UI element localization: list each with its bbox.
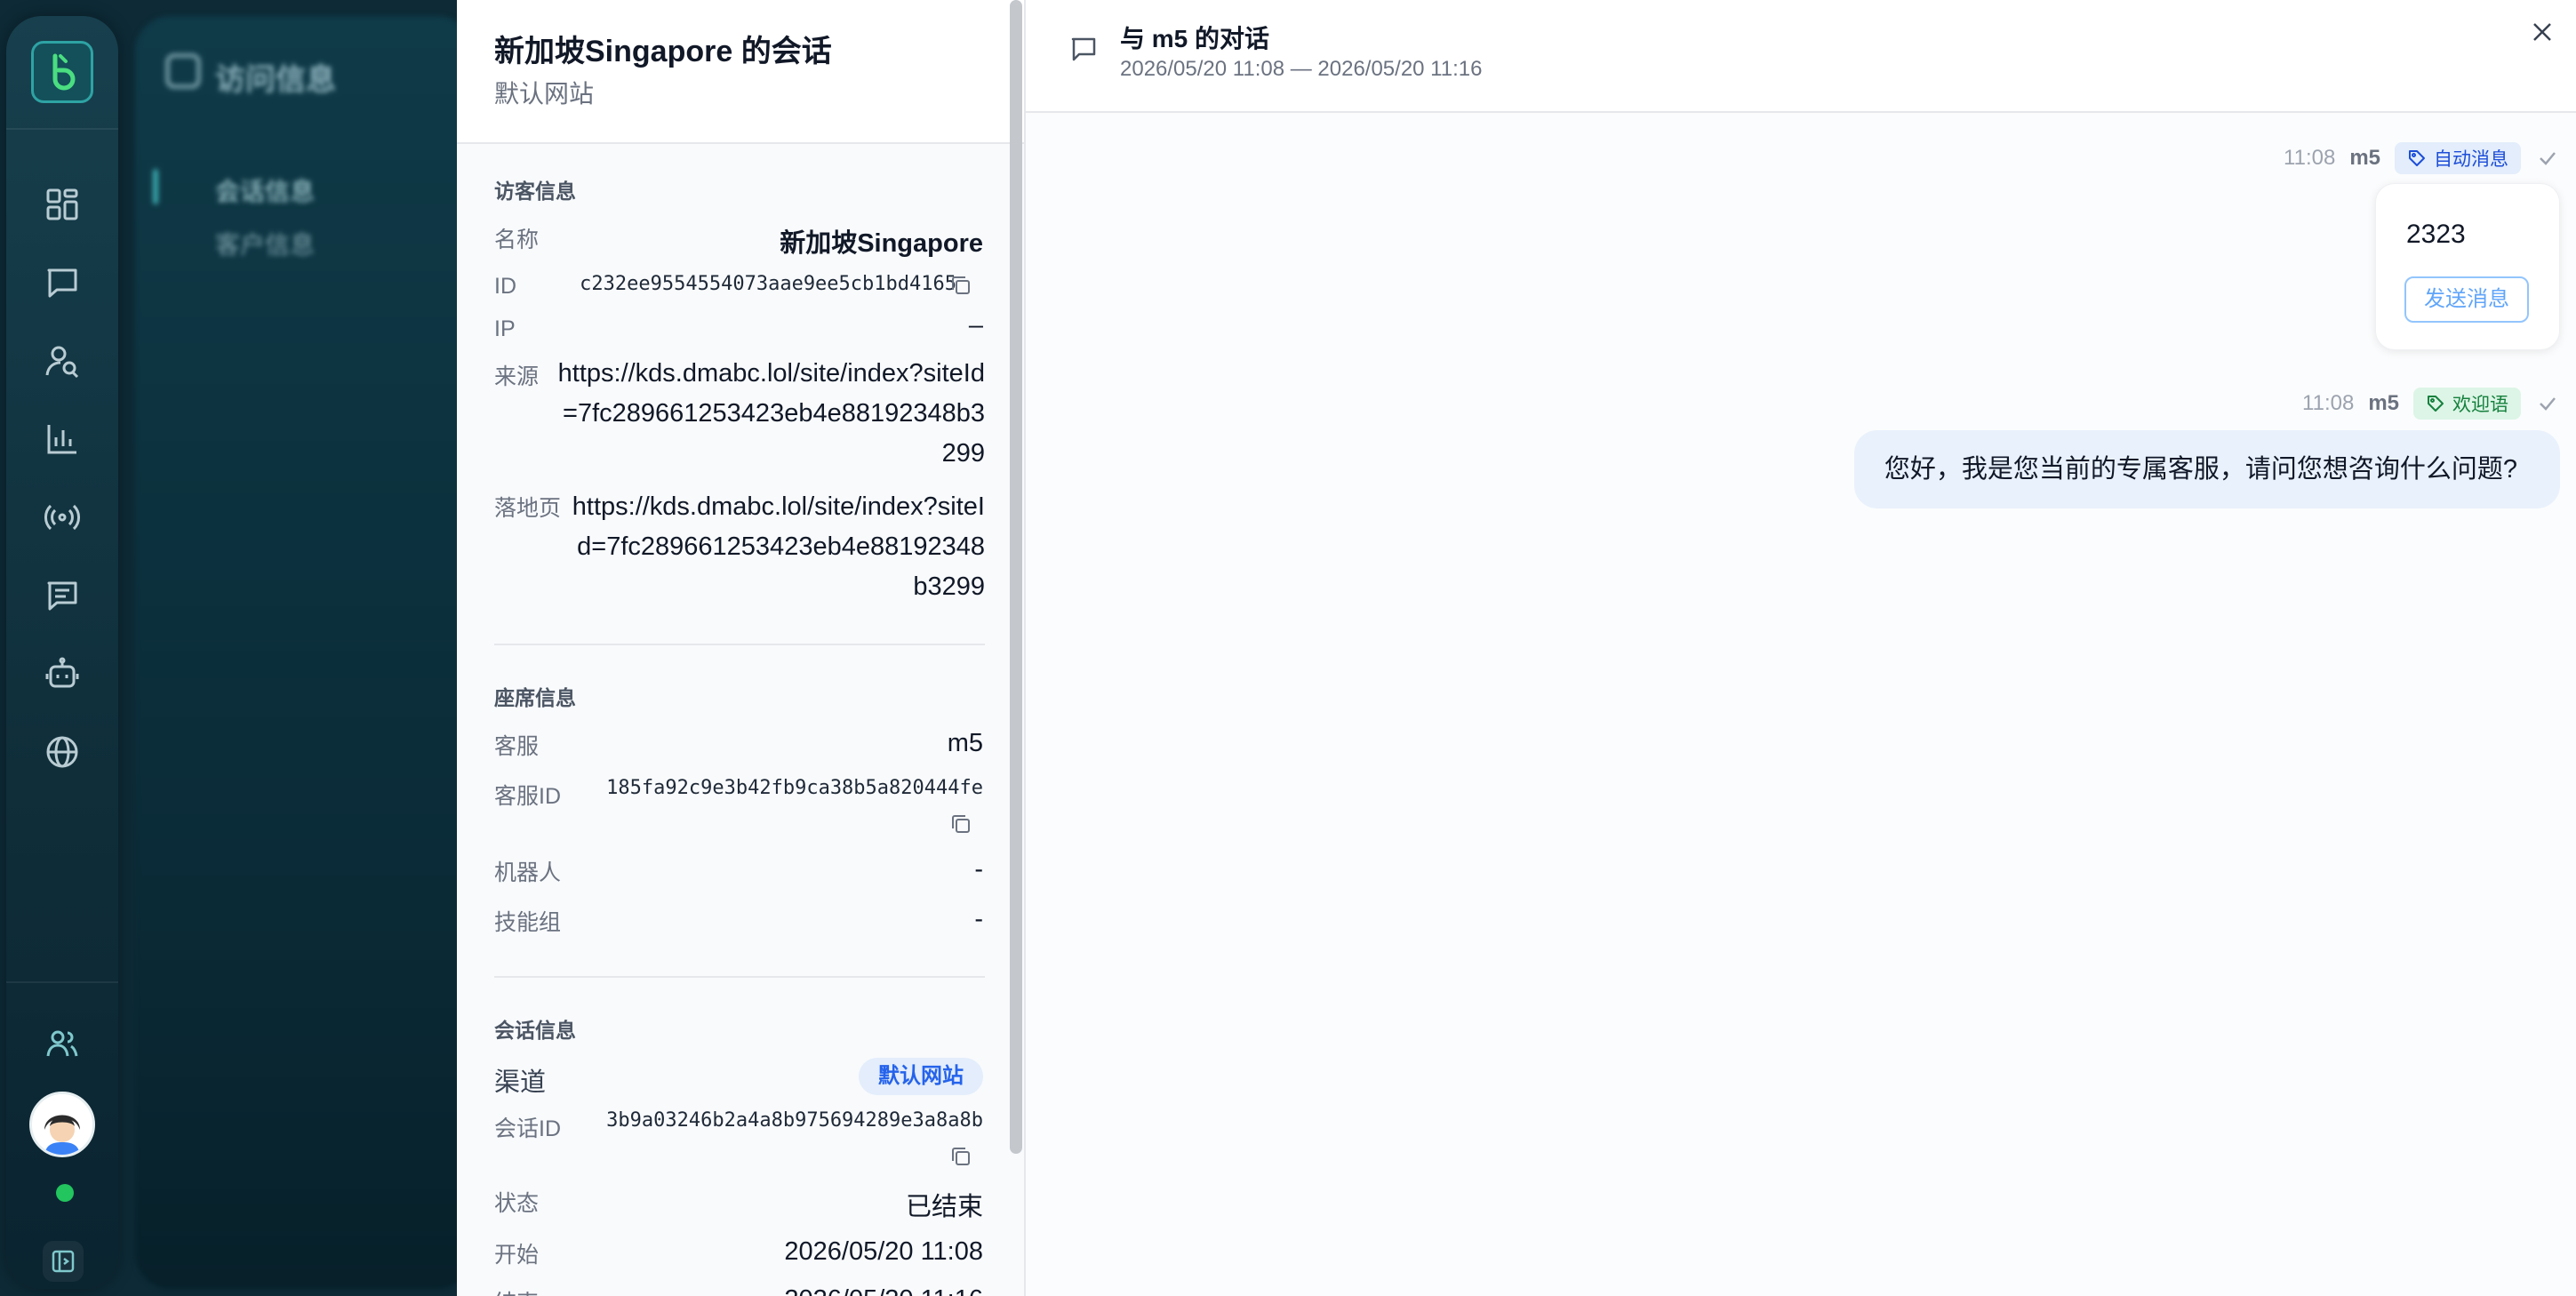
message-meta: 11:08 m5 自动消息 bbox=[2284, 140, 2560, 176]
chat-bubble-icon bbox=[1068, 34, 1099, 64]
visitor-id-label: ID bbox=[494, 274, 516, 299]
auto-message-bubble: 2323 发送消息 bbox=[2375, 183, 2560, 350]
robot-icon[interactable] bbox=[43, 654, 82, 693]
visitor-name-value: 新加坡Singapore bbox=[780, 229, 983, 258]
skill-group-label: 技能组 bbox=[494, 910, 562, 935]
conversation-time-range: 2026/05/20 11:08 — 2026/05/20 11:16 bbox=[1120, 57, 1483, 81]
conversation-pane: 与 m5 的对话 2026/05/20 11:08 — 2026/05/20 1… bbox=[1026, 0, 2576, 1296]
visitor-section-title: 访客信息 bbox=[494, 180, 576, 203]
visitor-info-icon bbox=[165, 53, 201, 89]
message-time: 11:08 bbox=[2302, 391, 2355, 415]
bot-value: - bbox=[974, 855, 983, 884]
message-time: 11:08 bbox=[2284, 146, 2336, 170]
detail-scrollbar[interactable] bbox=[1010, 0, 1022, 1154]
auto-message-tag: 自动消息 bbox=[2395, 142, 2521, 174]
visitor-id-value: c232ee9554554073aae9ee5cb1bd4165 bbox=[580, 273, 956, 295]
session-id-value: 3b9a03246b2a4a8b975694289e3a8a8b bbox=[606, 1109, 983, 1132]
chat-icon[interactable] bbox=[43, 263, 82, 302]
end-label: 结束 bbox=[494, 1285, 539, 1296]
session-detail-panel: 新加坡Singapore 的会话 默认网站 访客信息 名称 新加坡Singapo… bbox=[457, 0, 1026, 1296]
welcome-tag: 欢迎语 bbox=[2413, 388, 2521, 420]
sidebar-item-session-info[interactable]: 会话信息 bbox=[215, 172, 315, 208]
visitor-source-label: 来源 bbox=[494, 364, 540, 389]
visitor-ip-label: IP bbox=[494, 316, 516, 341]
visitor-search-icon[interactable] bbox=[43, 341, 82, 380]
close-icon[interactable] bbox=[2524, 14, 2560, 50]
secondary-sidebar: 访问信息 会话信息 客户信息 bbox=[135, 16, 473, 1289]
visitor-landing-label: 落地页 bbox=[494, 496, 562, 521]
session-section-title: 会话信息 bbox=[494, 1019, 576, 1042]
team-icon[interactable] bbox=[43, 1024, 82, 1063]
dashboard-icon[interactable] bbox=[43, 185, 82, 224]
visitor-landing-value[interactable]: https://kds.dmabc.lol/site/index?siteId=… bbox=[569, 487, 985, 607]
agent-id-label: 客服ID bbox=[494, 784, 562, 809]
rail-divider-bottom bbox=[6, 981, 118, 983]
online-status-dot bbox=[56, 1184, 74, 1202]
copy-icon[interactable] bbox=[949, 812, 972, 836]
welcome-message-bubble: 您好，我是您当前的专属客服，请问您想咨询什么问题? bbox=[1853, 430, 2560, 508]
session-id-label: 会话ID bbox=[494, 1116, 562, 1141]
tag-icon bbox=[2428, 396, 2444, 412]
bot-label: 机器人 bbox=[494, 860, 562, 885]
sidebar-item-customer-info[interactable]: 客户信息 bbox=[215, 226, 315, 261]
send-message-button[interactable]: 发送消息 bbox=[2404, 276, 2529, 323]
copy-icon[interactable] bbox=[949, 1145, 972, 1168]
tag-icon bbox=[2409, 150, 2425, 166]
icon-rail bbox=[6, 16, 118, 1289]
message-sender: m5 bbox=[2349, 146, 2380, 170]
broadcast-icon[interactable] bbox=[43, 498, 82, 537]
collapse-icon[interactable] bbox=[43, 1241, 84, 1282]
skill-group-value: - bbox=[974, 905, 983, 933]
visitor-source-value[interactable]: https://kds.dmabc.lol/site/index?siteId=… bbox=[551, 354, 985, 474]
visitor-name-label: 名称 bbox=[494, 228, 540, 252]
channel-chip: 默认网站 bbox=[859, 1058, 983, 1095]
active-indicator bbox=[153, 169, 158, 204]
section-divider bbox=[494, 644, 985, 645]
secondary-sidebar-title: 访问信息 bbox=[215, 63, 336, 97]
visitor-ip-value: – bbox=[968, 311, 983, 340]
channel-label: 渠道 bbox=[494, 1068, 547, 1097]
user-avatar[interactable] bbox=[29, 1092, 95, 1157]
agent-value: m5 bbox=[947, 729, 983, 757]
start-value: 2026/05/20 11:08 bbox=[784, 1237, 983, 1266]
copy-icon[interactable] bbox=[949, 274, 972, 297]
stats-icon[interactable] bbox=[43, 420, 82, 459]
agent-id-value: 185fa92c9e3b42fb9ca38b5a820444fe bbox=[606, 777, 983, 799]
auto-message-tag-label: 自动消息 bbox=[2434, 149, 2508, 170]
detail-header: 新加坡Singapore 的会话 默认网站 bbox=[457, 0, 1024, 144]
rail-divider bbox=[6, 128, 118, 130]
check-icon bbox=[2540, 397, 2556, 411]
start-label: 开始 bbox=[494, 1243, 540, 1268]
agent-section-title: 座席信息 bbox=[494, 686, 576, 709]
message-icon[interactable] bbox=[43, 576, 82, 615]
conversation-header: 与 m5 的对话 2026/05/20 11:08 — 2026/05/20 1… bbox=[1026, 0, 2576, 113]
check-icon bbox=[2540, 152, 2556, 165]
logo-icon[interactable] bbox=[31, 41, 93, 103]
message-meta: 11:08 m5 欢迎语 bbox=[2302, 386, 2560, 421]
status-value: 已结束 bbox=[905, 1193, 983, 1221]
message-sender: m5 bbox=[2368, 391, 2399, 415]
globe-icon[interactable] bbox=[43, 732, 82, 772]
status-label: 状态 bbox=[494, 1191, 540, 1216]
conversation-title: 与 m5 的对话 bbox=[1120, 25, 1270, 52]
auto-message-text: 2323 bbox=[2406, 220, 2466, 249]
detail-subtitle: 默认网站 bbox=[494, 80, 595, 108]
end-value: 2026/05/20 11:16 bbox=[784, 1285, 983, 1296]
welcome-tag-label: 欢迎语 bbox=[2452, 395, 2508, 415]
agent-label: 客服 bbox=[494, 734, 540, 759]
detail-title: 新加坡Singapore 的会话 bbox=[494, 35, 832, 68]
section-divider bbox=[494, 976, 985, 978]
